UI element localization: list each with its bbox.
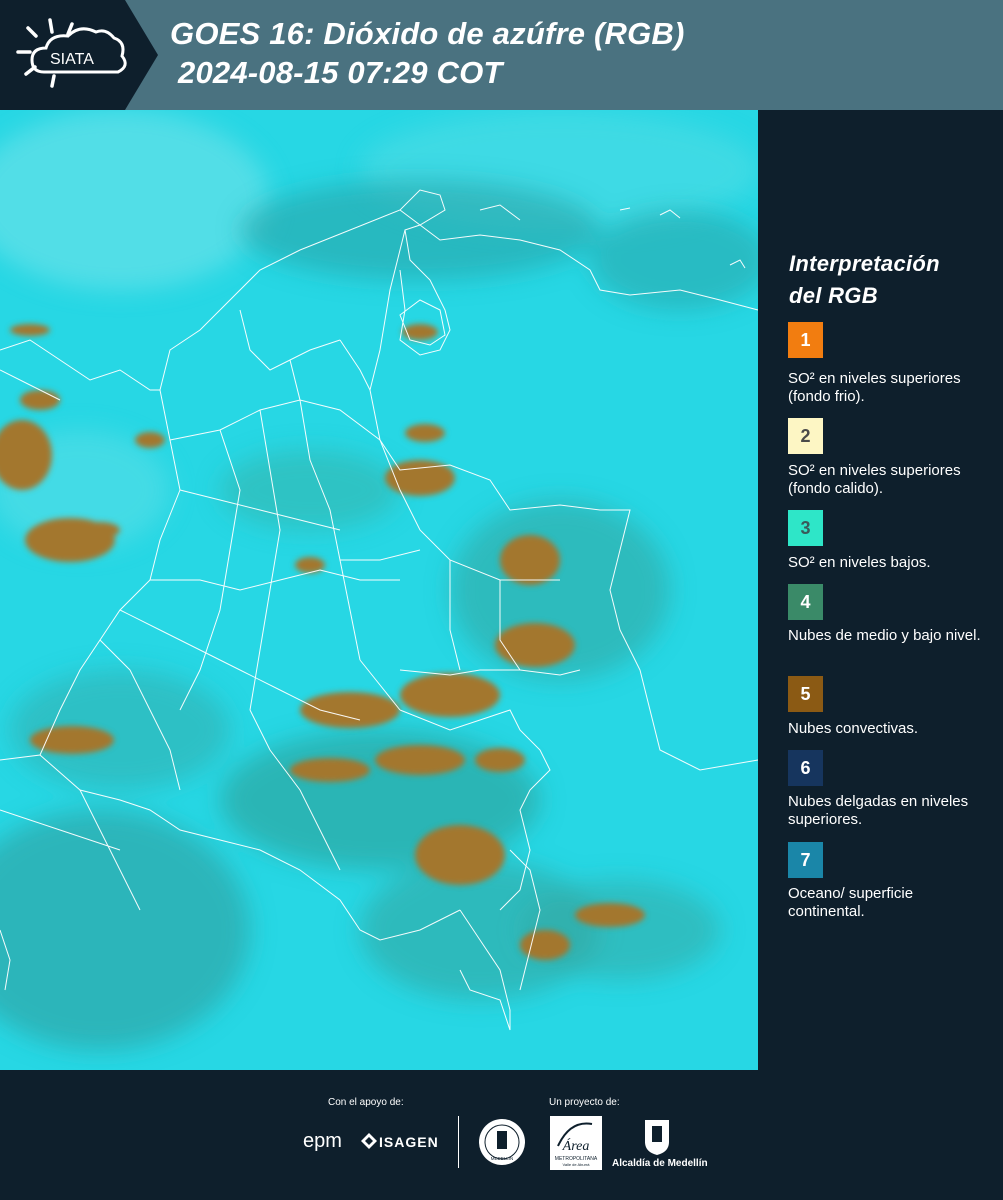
footer-sponsors: Con el apoyo de: Un proyecto de: epm ISA… bbox=[0, 1070, 1003, 1200]
legend-swatch-7: 7 bbox=[788, 842, 823, 878]
alcaldia-label: Alcaldía de Medellín bbox=[612, 1158, 708, 1169]
legend-swatch-3: 3 bbox=[788, 510, 823, 546]
legend-title-line1: Interpretación bbox=[789, 251, 940, 276]
legend-text-3: SO² en niveles bajos. bbox=[788, 554, 931, 571]
medellin-seal-icon: MEDELLIN bbox=[478, 1118, 526, 1166]
siata-logo: SIATA bbox=[14, 14, 134, 96]
header-bar: SIATA GOES 16: Dióxido de azúfre (RGB) 2… bbox=[0, 0, 1003, 110]
isagen-logo: ISAGEN bbox=[379, 1134, 439, 1150]
area-logo-sub2: Valle de Aburrá bbox=[562, 1162, 590, 1167]
legend-text-6: Nubes delgadas en niveles superiores. bbox=[788, 793, 969, 828]
page-title: GOES 16: Dióxido de azúfre (RGB) bbox=[170, 16, 685, 51]
support-label: Con el apoyo de: bbox=[328, 1097, 404, 1108]
area-metropolitana-logo: Área METROPOLITANA Valle de Aburrá bbox=[550, 1116, 602, 1170]
legend-swatch-4: 4 bbox=[788, 584, 823, 620]
legend-text-2: SO² en niveles superiores (fondo calido)… bbox=[788, 462, 961, 497]
legend-text-1: SO² en niveles superiores (fondo frio). bbox=[788, 370, 961, 405]
legend-title: Interpretación del RGB bbox=[789, 248, 989, 312]
legend-swatch-1: 1 bbox=[788, 322, 823, 358]
epm-logo: epm bbox=[303, 1130, 342, 1152]
legend-text-7: Oceano/ superficie continental. bbox=[788, 885, 914, 920]
legend-title-line2: del RGB bbox=[789, 283, 878, 308]
isagen-icon bbox=[361, 1133, 377, 1149]
area-logo-text: Área bbox=[562, 1137, 590, 1154]
legend-swatch-5: 5 bbox=[788, 676, 823, 712]
satellite-map[interactable] bbox=[0, 110, 758, 1070]
siata-logo-text: SIATA bbox=[50, 51, 94, 68]
footer-divider bbox=[458, 1116, 459, 1168]
project-label: Un proyecto de: bbox=[549, 1097, 620, 1108]
legend-text-5: Nubes convectivas. bbox=[788, 720, 919, 737]
legend-swatch-6: 6 bbox=[788, 750, 823, 786]
page-timestamp: 2024-08-15 07:29 COT bbox=[178, 55, 503, 90]
legend-panel: Interpretación del RGB 1 SO² en niveles … bbox=[760, 110, 1003, 1070]
legend-swatch-2: 2 bbox=[788, 418, 823, 454]
seal-text: MEDELLIN bbox=[491, 1156, 514, 1161]
legend-text-4: Nubes de medio y bajo nivel. bbox=[788, 627, 981, 644]
alcaldia-shield-icon bbox=[643, 1118, 671, 1156]
